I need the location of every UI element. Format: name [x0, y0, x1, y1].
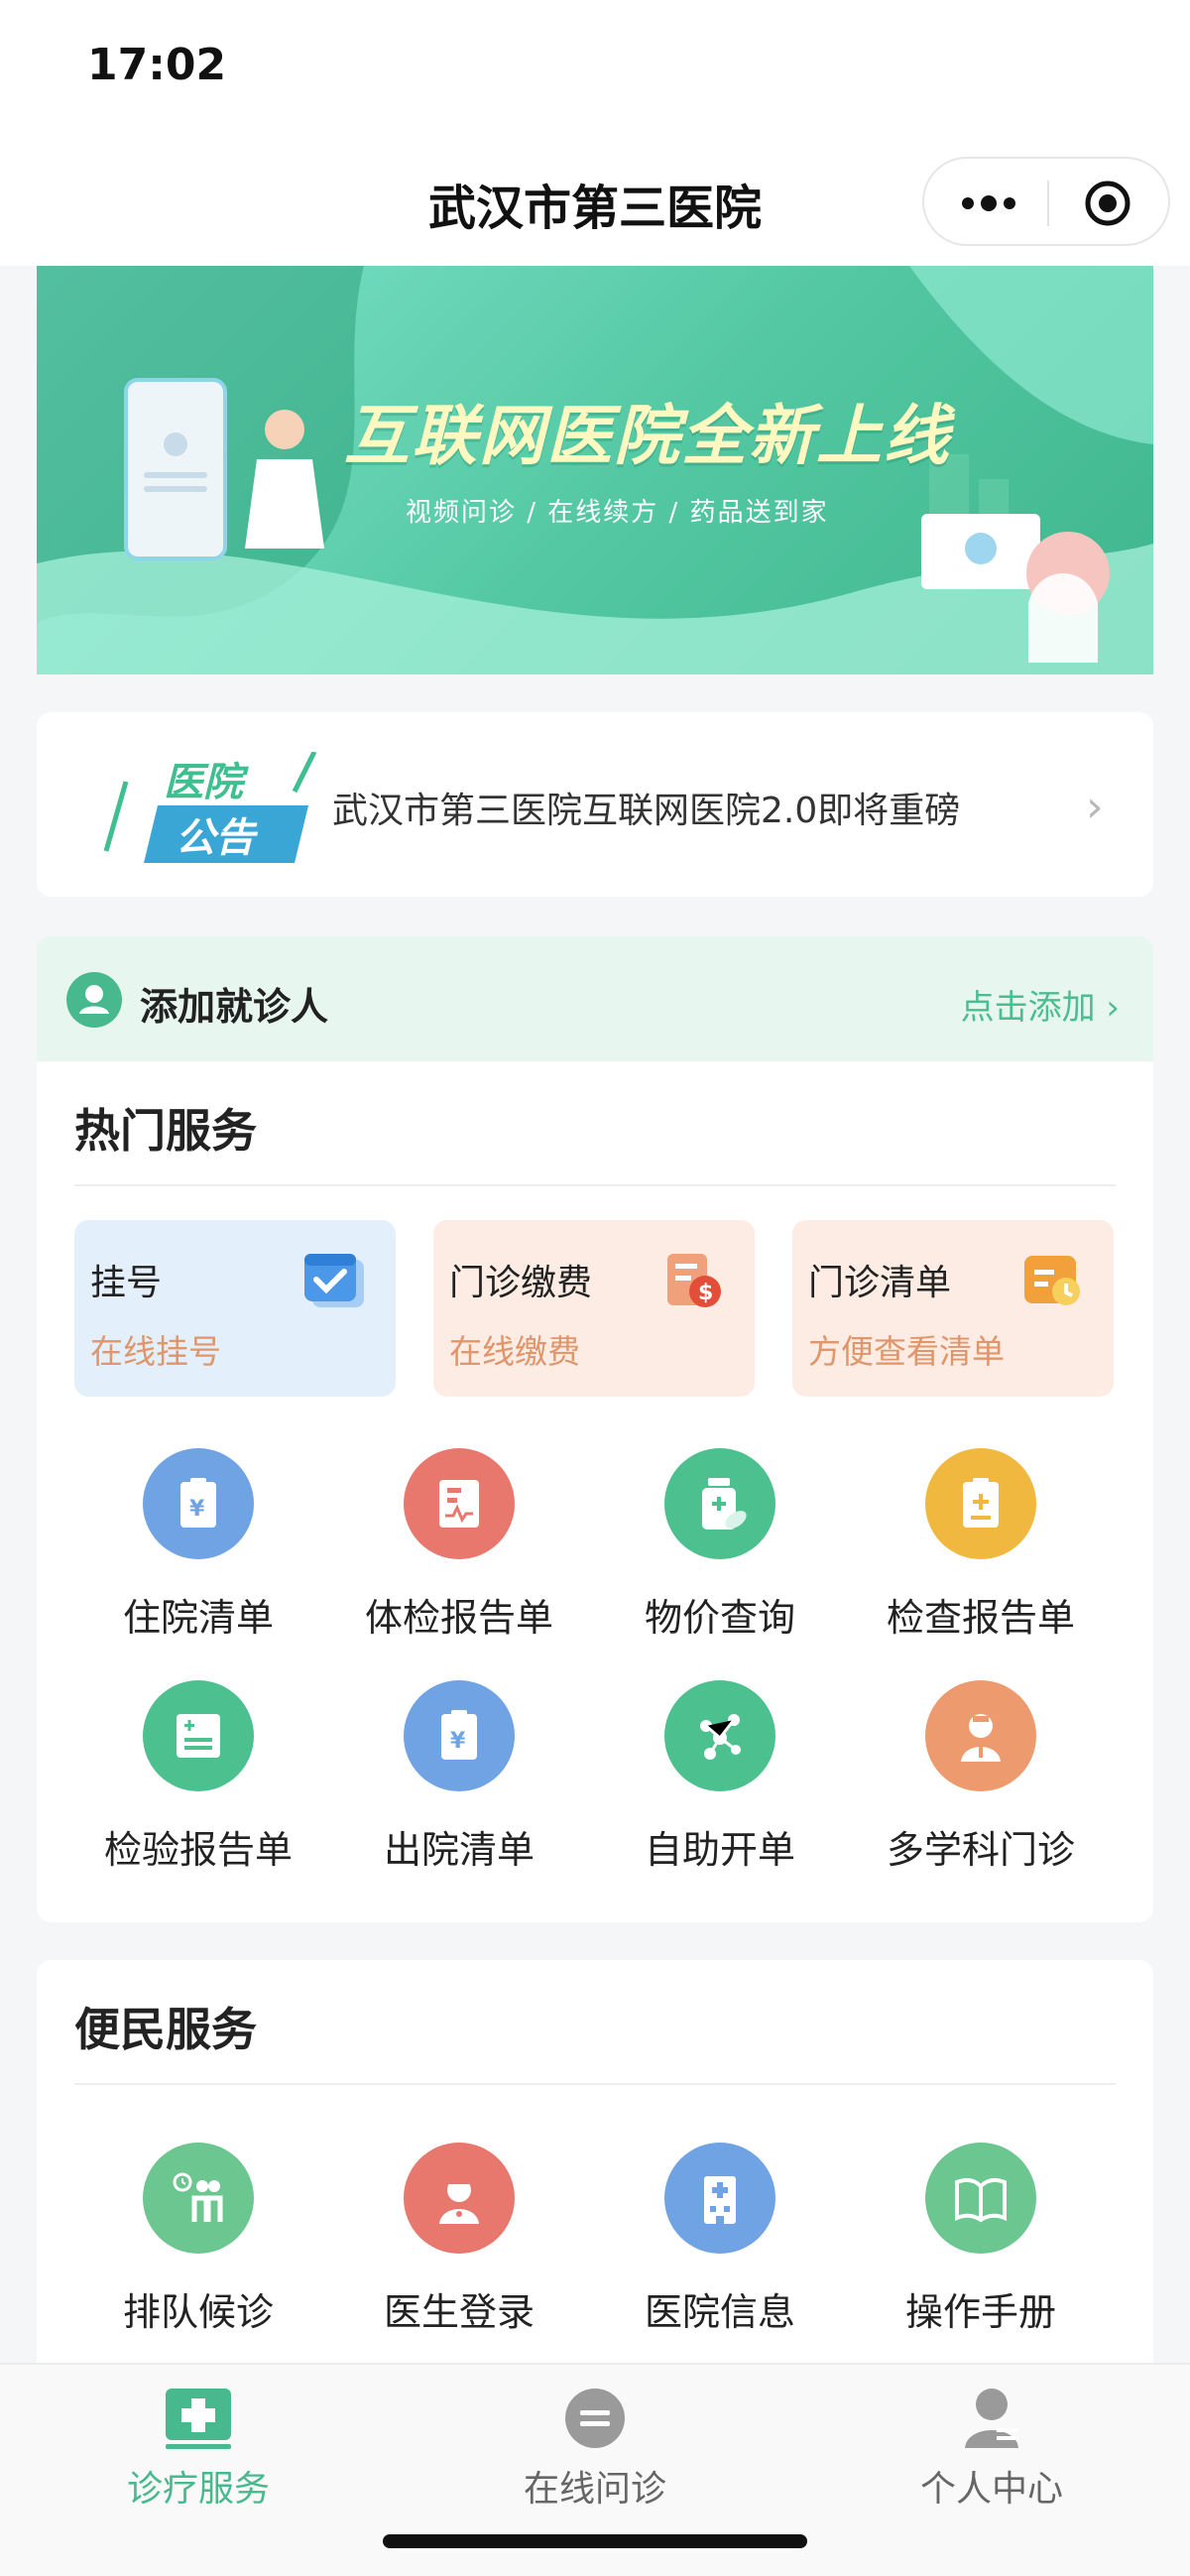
- tile-outpatient-list[interactable]: 门诊清单 方便查看清单: [792, 1220, 1114, 1397]
- notice-text: 武汉市第三医院互联网医院2.0即将重磅: [332, 791, 961, 831]
- service-label: 体检报告单: [364, 1596, 553, 1640]
- service-item[interactable]: 排队候诊: [69, 2143, 327, 2336]
- banner-title: 互联网医院全新上线: [344, 398, 951, 474]
- tile-outpatient-payment[interactable]: 门诊缴费 在线缴费 $: [433, 1220, 755, 1397]
- banner-subtitle: 视频问诊 / 在线续方 / 药品送到家: [406, 498, 829, 528]
- notice-badge-line1: 医院: [164, 760, 249, 805]
- service-label: 检验报告单: [103, 1828, 293, 1872]
- close-miniprogram-icon[interactable]: [1083, 179, 1132, 228]
- tab-medical-services[interactable]: 诊疗服务: [79, 2387, 317, 2512]
- tab-personal-center[interactable]: 个人中心: [873, 2387, 1111, 2512]
- status-time: 17:02: [87, 40, 227, 90]
- section-divider: [74, 2083, 1116, 2085]
- lab-report-icon: [143, 1680, 254, 1791]
- yuan-clipboard-icon: ¥: [143, 1448, 254, 1559]
- svg-text:¥: ¥: [189, 1497, 205, 1522]
- add-patient-link[interactable]: 点击添加 ›: [961, 980, 1120, 1029]
- doctor-team-icon: [925, 1680, 1036, 1791]
- medicine-bottle-icon: [664, 1448, 775, 1559]
- section-title: 便民服务: [74, 2003, 257, 2056]
- service-label: 多学科门诊: [886, 1828, 1075, 1872]
- service-label: 医院信息: [644, 2290, 795, 2334]
- service-item[interactable]: 自助开单: [591, 1680, 849, 1874]
- capsule-divider: [1047, 181, 1049, 226]
- tile-title: 门诊缴费: [449, 1263, 593, 1303]
- medical-kit-icon: [162, 2387, 235, 2450]
- queue-wait-icon: [143, 2143, 254, 2254]
- hospital-building-icon: [664, 2143, 775, 2254]
- chat-bubble-icon: [558, 2387, 632, 2450]
- svg-text:$: $: [698, 1281, 713, 1305]
- miniprogram-capsule: [922, 157, 1170, 246]
- service-label: 检查报告单: [886, 1596, 1075, 1640]
- service-label: 操作手册: [904, 2290, 1056, 2334]
- tile-subtitle: 在线缴费: [449, 1332, 580, 1371]
- tile-subtitle: 方便查看清单: [808, 1332, 1005, 1371]
- list-clock-icon: [1020, 1250, 1086, 1311]
- promo-banner[interactable]: 互联网医院全新上线 视频问诊 / 在线续方 / 药品送到家: [37, 266, 1153, 675]
- navigation-bar: 武汉市第三医院: [0, 139, 1190, 266]
- more-options-icon[interactable]: [954, 179, 1023, 228]
- tab-label: 个人中心: [919, 2469, 1063, 2510]
- notice-badge-line2: 公告: [176, 815, 259, 861]
- service-label: 排队候诊: [122, 2290, 274, 2334]
- service-label: 自助开单: [644, 1828, 795, 1872]
- chevron-right-icon: ›: [1086, 782, 1104, 832]
- user-profile-icon: [955, 2387, 1028, 2450]
- tile-subtitle: 在线挂号: [90, 1332, 221, 1371]
- service-item[interactable]: 体检报告单: [330, 1448, 588, 1642]
- service-item[interactable]: 物价查询: [591, 1448, 849, 1642]
- add-patient-bar[interactable]: 添加就诊人 点击添加 ›: [37, 936, 1153, 1061]
- service-item[interactable]: 操作手册: [852, 2143, 1110, 2336]
- service-label: 物价查询: [644, 1596, 795, 1640]
- calendar-check-icon: [302, 1250, 368, 1311]
- tab-online-consultation[interactable]: 在线问诊: [476, 2387, 714, 2512]
- doctor-login-icon: [404, 2143, 515, 2254]
- open-book-icon: [925, 2143, 1036, 2254]
- service-item[interactable]: ¥ 住院清单: [69, 1448, 327, 1642]
- home-indicator: [383, 2534, 807, 2548]
- convenience-services-section: 便民服务 排队候诊 医生登录 医院信息 操作手册: [37, 1960, 1153, 2377]
- hospital-notice[interactable]: 医院 公告 武汉市第三医院互联网医院2.0即将重磅 ›: [37, 712, 1153, 897]
- exam-clipboard-icon: [925, 1448, 1036, 1559]
- health-report-icon: [404, 1448, 515, 1559]
- service-item[interactable]: 检验报告单: [69, 1680, 327, 1874]
- tile-register[interactable]: 挂号 在线挂号: [74, 1220, 396, 1397]
- service-item[interactable]: 多学科门诊: [852, 1680, 1110, 1874]
- add-patient-label: 添加就诊人: [140, 985, 329, 1029]
- notice-badge: 医院 公告: [96, 750, 324, 863]
- service-label: 出院清单: [383, 1828, 535, 1872]
- svg-text:¥: ¥: [450, 1729, 466, 1754]
- section-divider: [74, 1184, 1116, 1186]
- service-label: 住院清单: [122, 1596, 274, 1640]
- status-bar: 17:02: [0, 0, 1190, 139]
- service-label: 医生登录: [383, 2290, 535, 2334]
- bill-payment-icon: $: [661, 1250, 727, 1311]
- service-item[interactable]: 医院信息: [591, 2143, 849, 2336]
- tile-title: 门诊清单: [808, 1263, 952, 1303]
- network-nodes-icon: [664, 1680, 775, 1791]
- tab-label: 在线问诊: [523, 2469, 666, 2510]
- yuan-clipboard-icon: ¥: [404, 1680, 515, 1791]
- service-item[interactable]: 检查报告单: [852, 1448, 1110, 1642]
- hot-services-section: 热门服务 挂号 在线挂号 门诊缴费 在线缴费 $ 门诊清单 方便查看清单 ¥ 住…: [37, 1061, 1153, 1922]
- patient-avatar-icon: [66, 972, 122, 1028]
- service-item[interactable]: ¥ 出院清单: [330, 1680, 588, 1874]
- tab-label: 诊疗服务: [126, 2469, 270, 2510]
- section-title: 热门服务: [74, 1104, 257, 1158]
- tile-title: 挂号: [90, 1263, 163, 1303]
- service-item[interactable]: 医生登录: [330, 2143, 588, 2336]
